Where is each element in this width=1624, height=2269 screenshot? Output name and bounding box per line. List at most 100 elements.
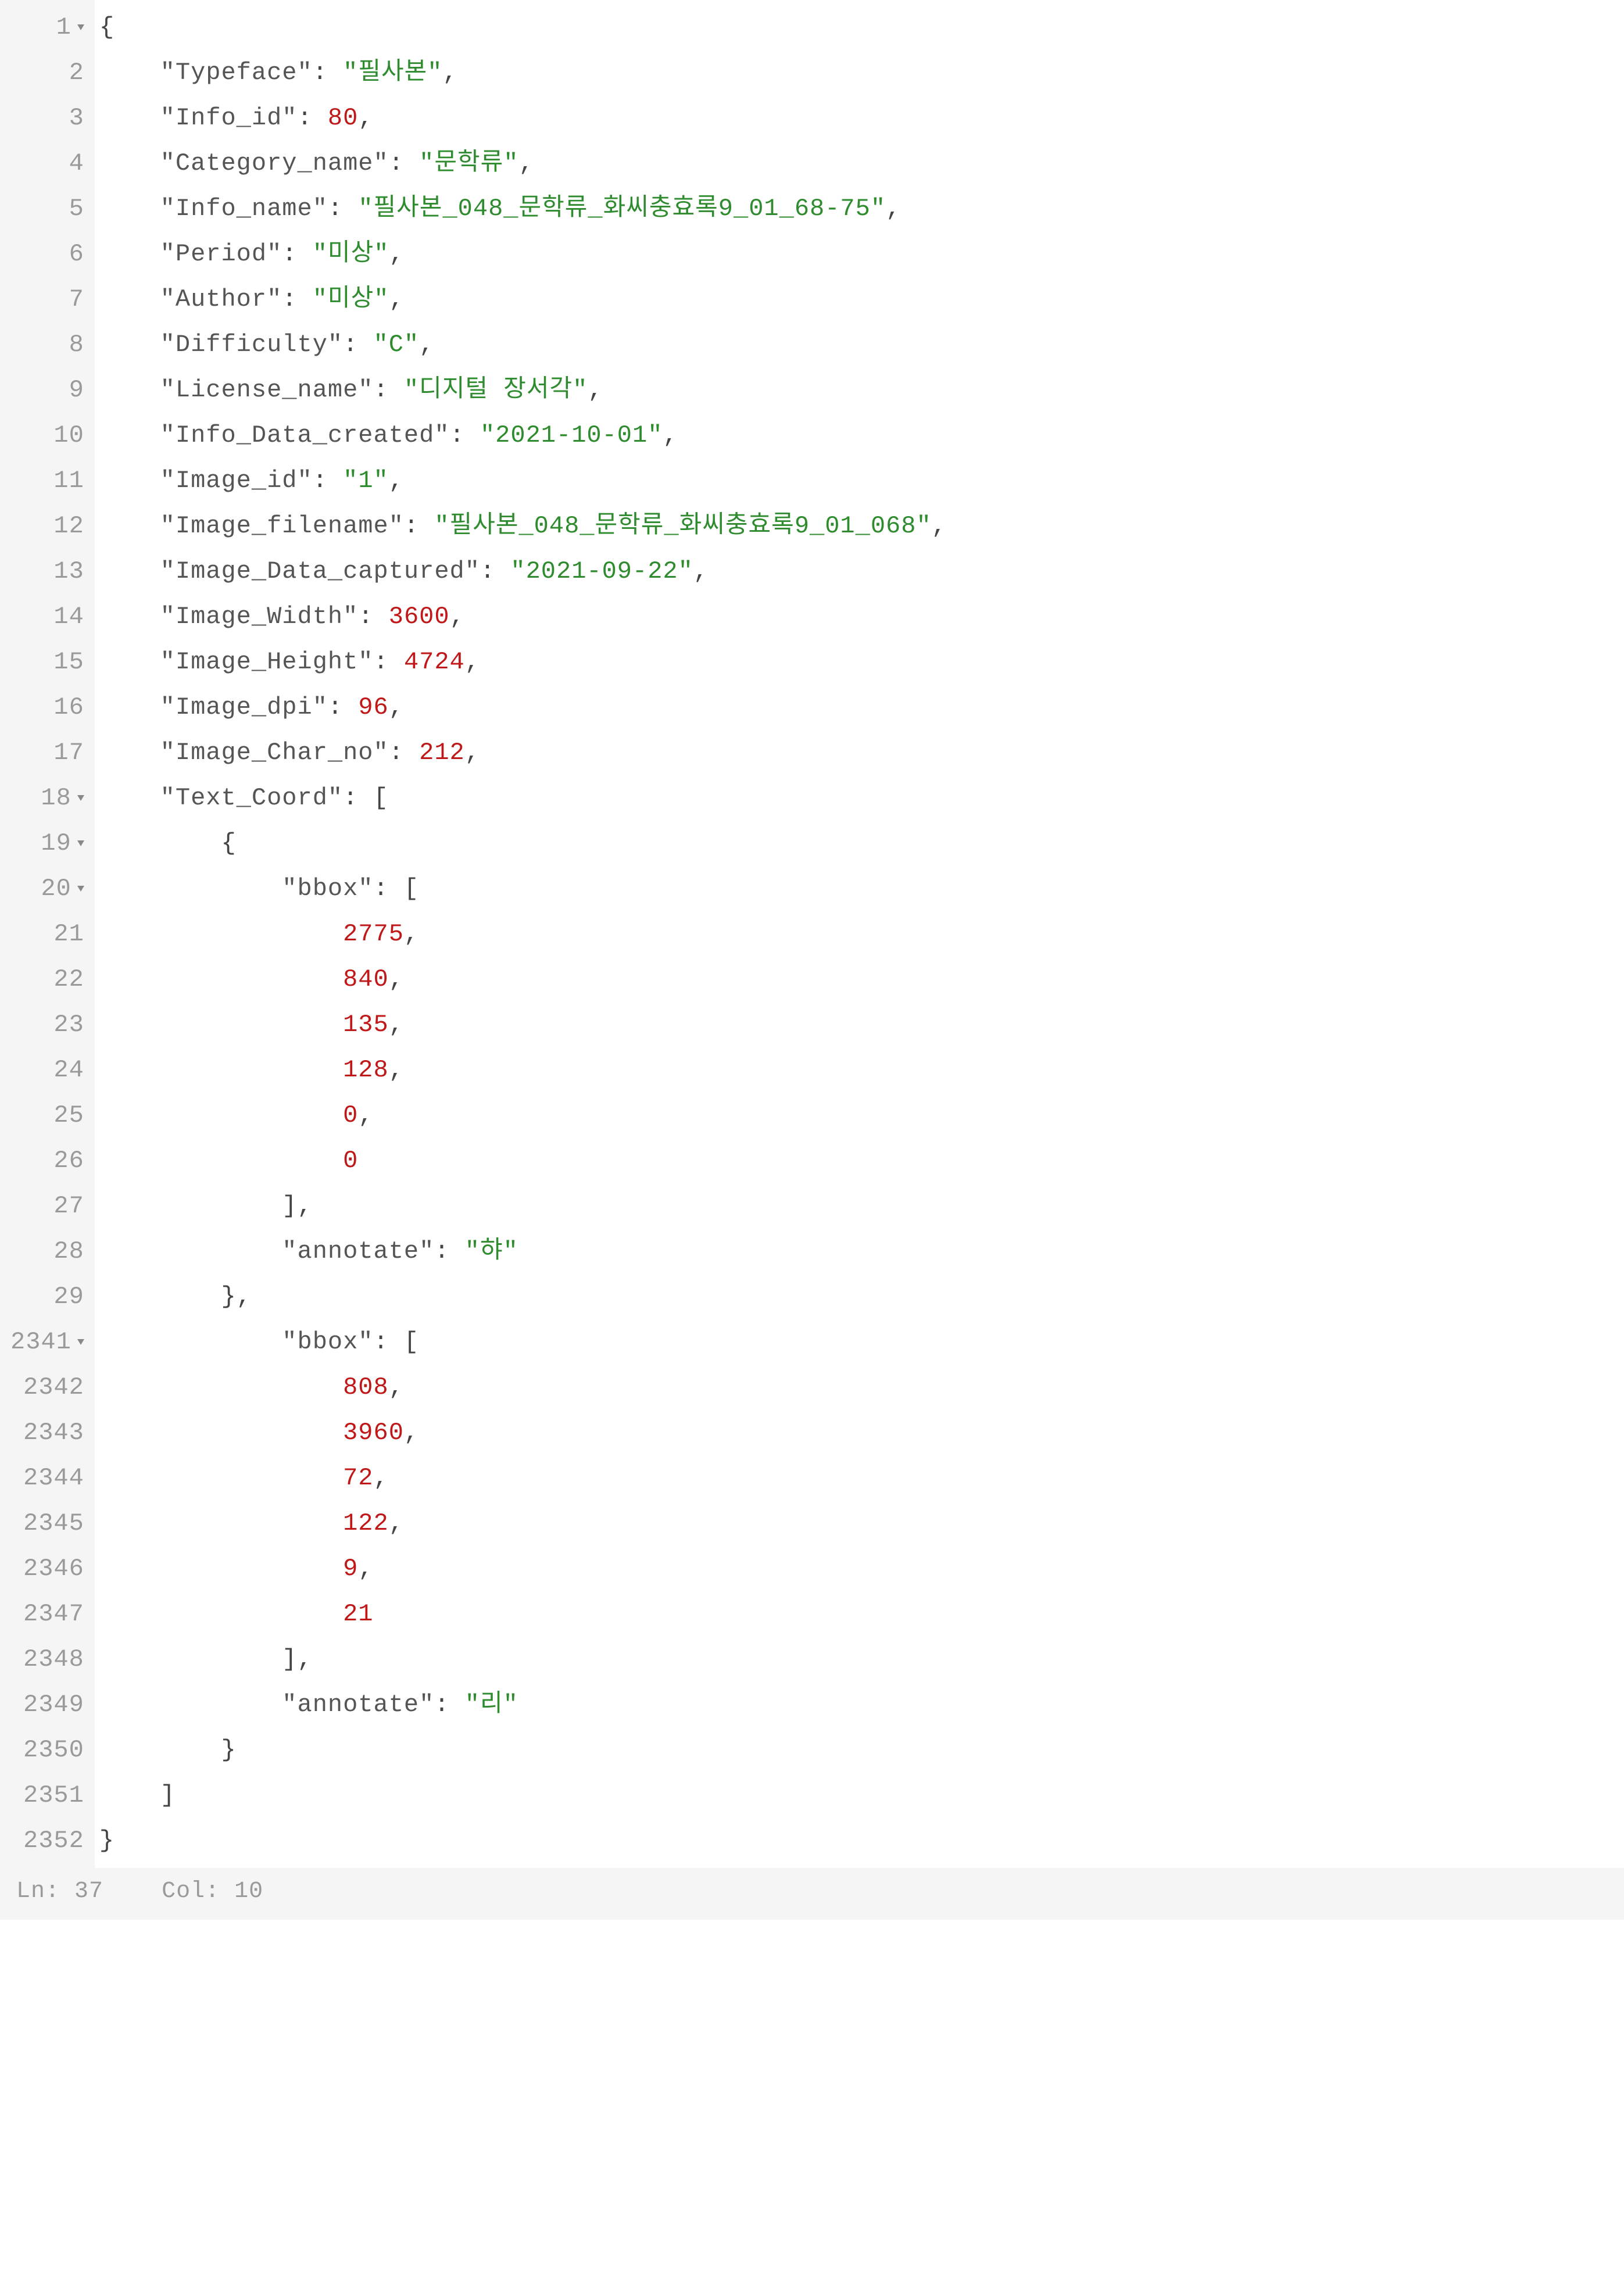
- code-line[interactable]: "Difficulty": "C",: [99, 322, 1624, 367]
- line-number[interactable]: 3: [10, 95, 84, 141]
- line-number[interactable]: 2350: [10, 1727, 84, 1773]
- line-number[interactable]: 14: [10, 594, 84, 639]
- code-line[interactable]: ],: [99, 1637, 1624, 1682]
- line-number[interactable]: 16: [10, 685, 84, 730]
- code-line[interactable]: 135,: [99, 1002, 1624, 1047]
- code-line[interactable]: "Period": "미상",: [99, 231, 1624, 277]
- line-number[interactable]: 29: [10, 1274, 84, 1319]
- fold-toggle-icon[interactable]: [77, 886, 84, 892]
- line-number[interactable]: 4: [10, 141, 84, 186]
- fold-toggle-icon[interactable]: [77, 840, 84, 846]
- line-number[interactable]: 9: [10, 367, 84, 413]
- code-line[interactable]: "Image_filename": "필사본_048_문학류_화씨충효록9_01…: [99, 503, 1624, 549]
- token-key: "Image_Char_no": [160, 739, 389, 767]
- line-number[interactable]: 2341: [10, 1319, 84, 1365]
- line-number[interactable]: 2: [10, 50, 84, 95]
- code-line[interactable]: "Image_dpi": 96,: [99, 685, 1624, 730]
- line-number[interactable]: 1: [10, 5, 84, 50]
- line-number[interactable]: 6: [10, 231, 84, 277]
- line-number[interactable]: 17: [10, 730, 84, 775]
- code-line[interactable]: {: [99, 821, 1624, 866]
- code-line[interactable]: "annotate": "햐": [99, 1229, 1624, 1274]
- line-number[interactable]: 13: [10, 549, 84, 594]
- line-number-label: 2350: [23, 1736, 84, 1764]
- code-line[interactable]: "Text_Coord": [: [99, 775, 1624, 821]
- code-line[interactable]: "Image_id": "1",: [99, 458, 1624, 503]
- code-line[interactable]: "annotate": "리": [99, 1682, 1624, 1727]
- code-line[interactable]: "Info_id": 80,: [99, 95, 1624, 141]
- code-content[interactable]: { "Typeface": "필사본", "Info_id": 80, "Cat…: [95, 0, 1624, 1868]
- line-number[interactable]: 2344: [10, 1455, 84, 1501]
- line-number[interactable]: 10: [10, 413, 84, 458]
- code-line[interactable]: ],: [99, 1183, 1624, 1229]
- line-number[interactable]: 2346: [10, 1546, 84, 1591]
- code-line[interactable]: "Typeface": "필사본",: [99, 50, 1624, 95]
- line-number[interactable]: 2349: [10, 1682, 84, 1727]
- code-line[interactable]: 0: [99, 1138, 1624, 1183]
- code-line[interactable]: {: [99, 5, 1624, 50]
- code-line[interactable]: "Image_Data_captured": "2021-09-22",: [99, 549, 1624, 594]
- line-number[interactable]: 23: [10, 1002, 84, 1047]
- line-number[interactable]: 21: [10, 911, 84, 957]
- code-line[interactable]: "bbox": [: [99, 1319, 1624, 1365]
- line-number[interactable]: 12: [10, 503, 84, 549]
- line-number[interactable]: 11: [10, 458, 84, 503]
- line-number[interactable]: 24: [10, 1047, 84, 1093]
- code-line[interactable]: },: [99, 1274, 1624, 1319]
- line-number[interactable]: 7: [10, 277, 84, 322]
- line-number[interactable]: 19: [10, 821, 84, 866]
- line-number[interactable]: 2345: [10, 1501, 84, 1546]
- indent: [99, 1555, 343, 1583]
- line-number[interactable]: 28: [10, 1229, 84, 1274]
- code-line[interactable]: "Category_name": "문학류",: [99, 141, 1624, 186]
- line-number[interactable]: 22: [10, 957, 84, 1002]
- code-line[interactable]: 72,: [99, 1455, 1624, 1501]
- line-number[interactable]: 26: [10, 1138, 84, 1183]
- code-line[interactable]: "Image_Height": 4724,: [99, 639, 1624, 685]
- fold-toggle-icon[interactable]: [77, 795, 84, 801]
- code-line[interactable]: "Info_name": "필사본_048_문학류_화씨충효록9_01_68-7…: [99, 186, 1624, 231]
- line-number[interactable]: 2347: [10, 1591, 84, 1637]
- code-line[interactable]: "License_name": "디지털 장서각",: [99, 367, 1624, 413]
- code-line[interactable]: "Info_Data_created": "2021-10-01",: [99, 413, 1624, 458]
- code-line[interactable]: ]: [99, 1773, 1624, 1818]
- code-line[interactable]: 128,: [99, 1047, 1624, 1093]
- line-number[interactable]: 2343: [10, 1410, 84, 1455]
- fold-toggle-icon[interactable]: [77, 24, 84, 30]
- line-number[interactable]: 25: [10, 1093, 84, 1138]
- code-line[interactable]: 2775,: [99, 911, 1624, 957]
- code-line[interactable]: "Image_Char_no": 212,: [99, 730, 1624, 775]
- line-number[interactable]: 2342: [10, 1365, 84, 1410]
- line-number[interactable]: 27: [10, 1183, 84, 1229]
- code-line[interactable]: 21: [99, 1591, 1624, 1637]
- code-line[interactable]: 840,: [99, 957, 1624, 1002]
- token-punc: ,: [374, 1464, 389, 1492]
- code-line[interactable]: 808,: [99, 1365, 1624, 1410]
- line-number[interactable]: 2351: [10, 1773, 84, 1818]
- token-key: "Image_filename": [160, 512, 404, 540]
- code-line[interactable]: 3960,: [99, 1410, 1624, 1455]
- code-line[interactable]: "bbox": [: [99, 866, 1624, 911]
- token-str: "필사본_048_문학류_화씨충효록9_01_68-75": [358, 195, 886, 223]
- code-area[interactable]: 1234567891011121314151617181920212223242…: [0, 0, 1624, 1868]
- line-number[interactable]: 8: [10, 322, 84, 367]
- token-num: 0: [343, 1147, 358, 1175]
- line-number[interactable]: 2352: [10, 1818, 84, 1863]
- code-line[interactable]: }: [99, 1727, 1624, 1773]
- line-number-gutter[interactable]: 1234567891011121314151617181920212223242…: [0, 0, 95, 1868]
- code-line[interactable]: }: [99, 1818, 1624, 1863]
- code-line[interactable]: 122,: [99, 1501, 1624, 1546]
- code-line[interactable]: 0,: [99, 1093, 1624, 1138]
- line-number-label: 17: [53, 739, 84, 767]
- token-num: 3960: [343, 1419, 404, 1447]
- line-number[interactable]: 2348: [10, 1637, 84, 1682]
- line-number[interactable]: 15: [10, 639, 84, 685]
- code-line[interactable]: "Image_Width": 3600,: [99, 594, 1624, 639]
- line-number[interactable]: 20: [10, 866, 84, 911]
- line-number[interactable]: 18: [10, 775, 84, 821]
- line-number-label: 3: [69, 104, 84, 132]
- fold-toggle-icon[interactable]: [77, 1339, 84, 1345]
- code-line[interactable]: 9,: [99, 1546, 1624, 1591]
- line-number[interactable]: 5: [10, 186, 84, 231]
- code-line[interactable]: "Author": "미상",: [99, 277, 1624, 322]
